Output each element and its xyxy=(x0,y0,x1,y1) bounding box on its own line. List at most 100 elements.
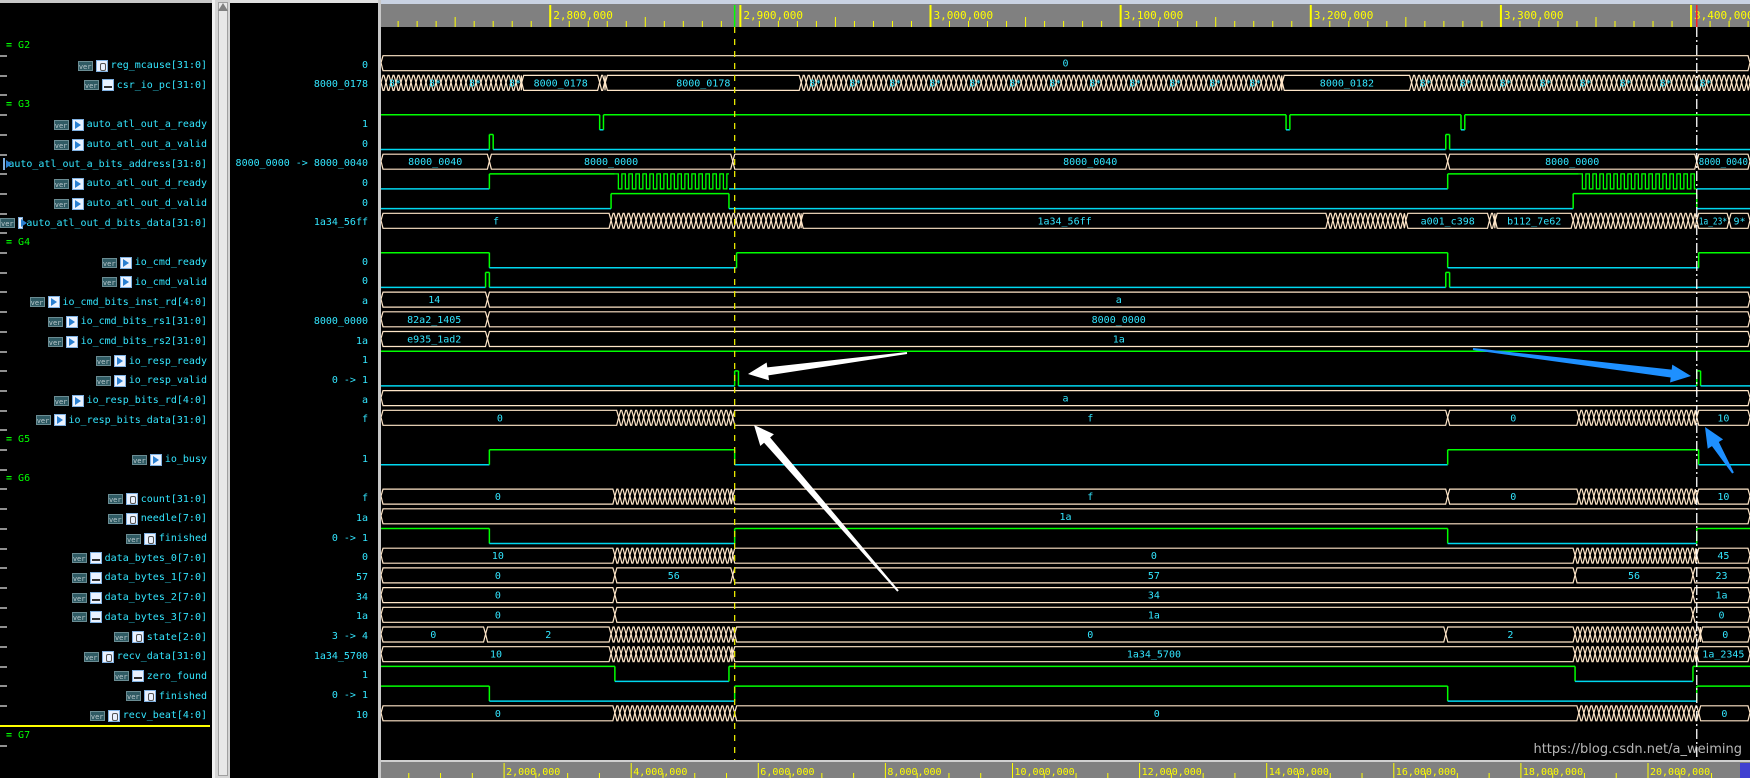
row-tick-mark xyxy=(0,527,7,530)
wire-icon xyxy=(89,611,102,624)
dense-transition xyxy=(680,626,687,643)
dense-transition xyxy=(490,74,497,92)
signal-row[interactable]: ver io_cmd_bits_inst_rd[4:0] xyxy=(0,294,207,310)
dense-transition xyxy=(1185,74,1192,92)
signal-row[interactable]: ver io_cmd_bits_rs1[31:0] xyxy=(0,314,207,330)
signal-row[interactable]: ver data_bytes_2[7:0] xyxy=(0,590,207,606)
port-icon xyxy=(65,315,78,328)
signal-row[interactable]: ver io_resp_valid xyxy=(0,373,207,389)
signal-name: data_bytes_0[7:0] xyxy=(104,552,207,564)
dense-transition xyxy=(1579,626,1586,643)
scroll-up-arrow-icon[interactable] xyxy=(218,3,228,11)
dense-transition xyxy=(709,705,716,722)
group-label-g7[interactable]: G7 xyxy=(6,728,30,744)
signal-name: finished xyxy=(158,533,207,544)
dense-transition xyxy=(674,705,681,722)
signal-row[interactable]: ver io_resp_bits_rd[4:0] xyxy=(0,393,207,409)
signal-row[interactable]: ver auto_atl_out_d_ready xyxy=(0,176,207,192)
dense-transition xyxy=(634,547,641,564)
signal-row[interactable]: ver count[31:0] xyxy=(0,491,207,507)
dense-transition xyxy=(624,488,631,505)
bus-value-label: 8000_0040 xyxy=(408,157,462,168)
signal-row[interactable]: ver io_busy xyxy=(0,452,207,468)
dense-transition xyxy=(910,74,917,92)
dense-transition xyxy=(725,626,732,643)
group-label-g4[interactable]: G4 xyxy=(6,235,30,251)
group-label-g5[interactable]: G5 xyxy=(6,432,30,448)
wire-icon xyxy=(89,591,102,604)
signal-row[interactable]: ver csr_io_pc[31:0] xyxy=(0,77,207,93)
signal-row[interactable]: ver recv_data[31:0] xyxy=(0,649,207,665)
dense-transition xyxy=(1579,646,1586,663)
dense-transition xyxy=(1145,74,1152,92)
waveform-canvas[interactable]: 2,800,000 2,900,000 3,000,000 3,100,000 3,20… xyxy=(381,0,1750,778)
dense-transition xyxy=(700,646,707,663)
row-tick-mark xyxy=(0,665,7,668)
dense-transition xyxy=(1510,74,1518,92)
dense-transition xyxy=(495,74,502,92)
signal-row[interactable]: ver auto_atl_out_a_ready xyxy=(0,117,207,133)
dense-transition xyxy=(724,705,731,722)
signal-name: reg_mcause[31:0] xyxy=(110,60,207,72)
dense-transition xyxy=(643,409,650,426)
ver-badge: ver xyxy=(29,297,45,308)
group-label-g3[interactable]: G3 xyxy=(6,97,30,113)
vertical-scrollbar[interactable] xyxy=(212,0,230,778)
signal-row[interactable]: ver auto_atl_out_d_bits_data[31:0] xyxy=(0,215,207,231)
signal-row[interactable]: ver io_cmd_bits_rs2[31:0] xyxy=(0,334,207,350)
group-label-g2[interactable]: G2 xyxy=(6,38,30,54)
signal-row[interactable]: verauto_atl_out_a_bits_address[31:0] xyxy=(0,156,207,172)
dense-transition xyxy=(1653,705,1660,722)
dense-transition xyxy=(1635,74,1643,92)
signal-value: a xyxy=(361,296,368,308)
signal-row[interactable]: ver io_cmd_ready xyxy=(0,255,207,271)
dense-transition xyxy=(1593,705,1600,722)
dense-transition xyxy=(1669,646,1676,663)
signal-row[interactable]: ver io_cmd_valid xyxy=(0,274,207,290)
signal-name: io_resp_ready xyxy=(128,355,207,367)
signal-row[interactable]: ver reg_mcause[31:0] xyxy=(0,58,207,74)
bus-value-label: 10 xyxy=(1717,413,1729,424)
dense-transition xyxy=(639,705,646,722)
signal-row[interactable]: ver needle[7:0] xyxy=(0,511,207,527)
scrollbar-thumb[interactable] xyxy=(218,2,228,776)
signal-row[interactable]: ver io_resp_ready xyxy=(0,353,207,369)
dense-transition xyxy=(1675,74,1683,92)
dense-transition xyxy=(710,646,717,663)
dense-transition xyxy=(1642,212,1649,229)
dense-transition xyxy=(1530,74,1538,92)
group-label-g6[interactable]: G6 xyxy=(6,471,30,487)
dense-transition xyxy=(1574,547,1581,564)
dense-transition xyxy=(1440,74,1448,92)
dense-transition xyxy=(1377,212,1384,229)
dense-transition xyxy=(625,646,632,663)
signal-row[interactable]: ver io_resp_bits_data[31:0] xyxy=(0,412,207,428)
signal-row[interactable]: ver state[2:0] xyxy=(0,629,207,645)
signal-row[interactable]: ver finished xyxy=(0,688,207,704)
signal-row[interactable]: ver zero_found xyxy=(0,668,207,684)
row-tick-mark xyxy=(0,409,7,412)
signal-row[interactable]: ver data_bytes_1[7:0] xyxy=(0,570,207,586)
signal-row[interactable]: ver auto_atl_out_d_valid xyxy=(0,196,207,212)
reg-icon xyxy=(143,532,156,545)
signal-value: 0 xyxy=(361,256,368,268)
signal-row[interactable]: ver auto_atl_out_a_valid xyxy=(0,137,207,153)
dense-transition xyxy=(699,705,706,722)
dense-transition xyxy=(694,705,701,722)
dense-transition xyxy=(480,74,487,92)
dense-transition xyxy=(1683,409,1690,426)
dense-transition xyxy=(653,409,660,426)
bus-value-label: 1a xyxy=(1148,610,1160,621)
bus-value-label: f xyxy=(493,216,499,227)
row-tick-mark xyxy=(0,330,7,333)
signal-row[interactable]: ver data_bytes_3[7:0] xyxy=(0,609,207,625)
dense-transition xyxy=(1607,212,1614,229)
dense-transition xyxy=(668,409,675,426)
dense-transition xyxy=(865,74,872,92)
dense-transition xyxy=(770,212,777,229)
dense-transition xyxy=(670,646,677,663)
signal-row[interactable]: ver recv_beat[4:0] xyxy=(0,708,207,724)
signal-row[interactable]: ver finished xyxy=(0,531,207,547)
signal-row[interactable]: ver data_bytes_0[7:0] xyxy=(0,550,207,566)
dense-transition xyxy=(700,212,707,229)
